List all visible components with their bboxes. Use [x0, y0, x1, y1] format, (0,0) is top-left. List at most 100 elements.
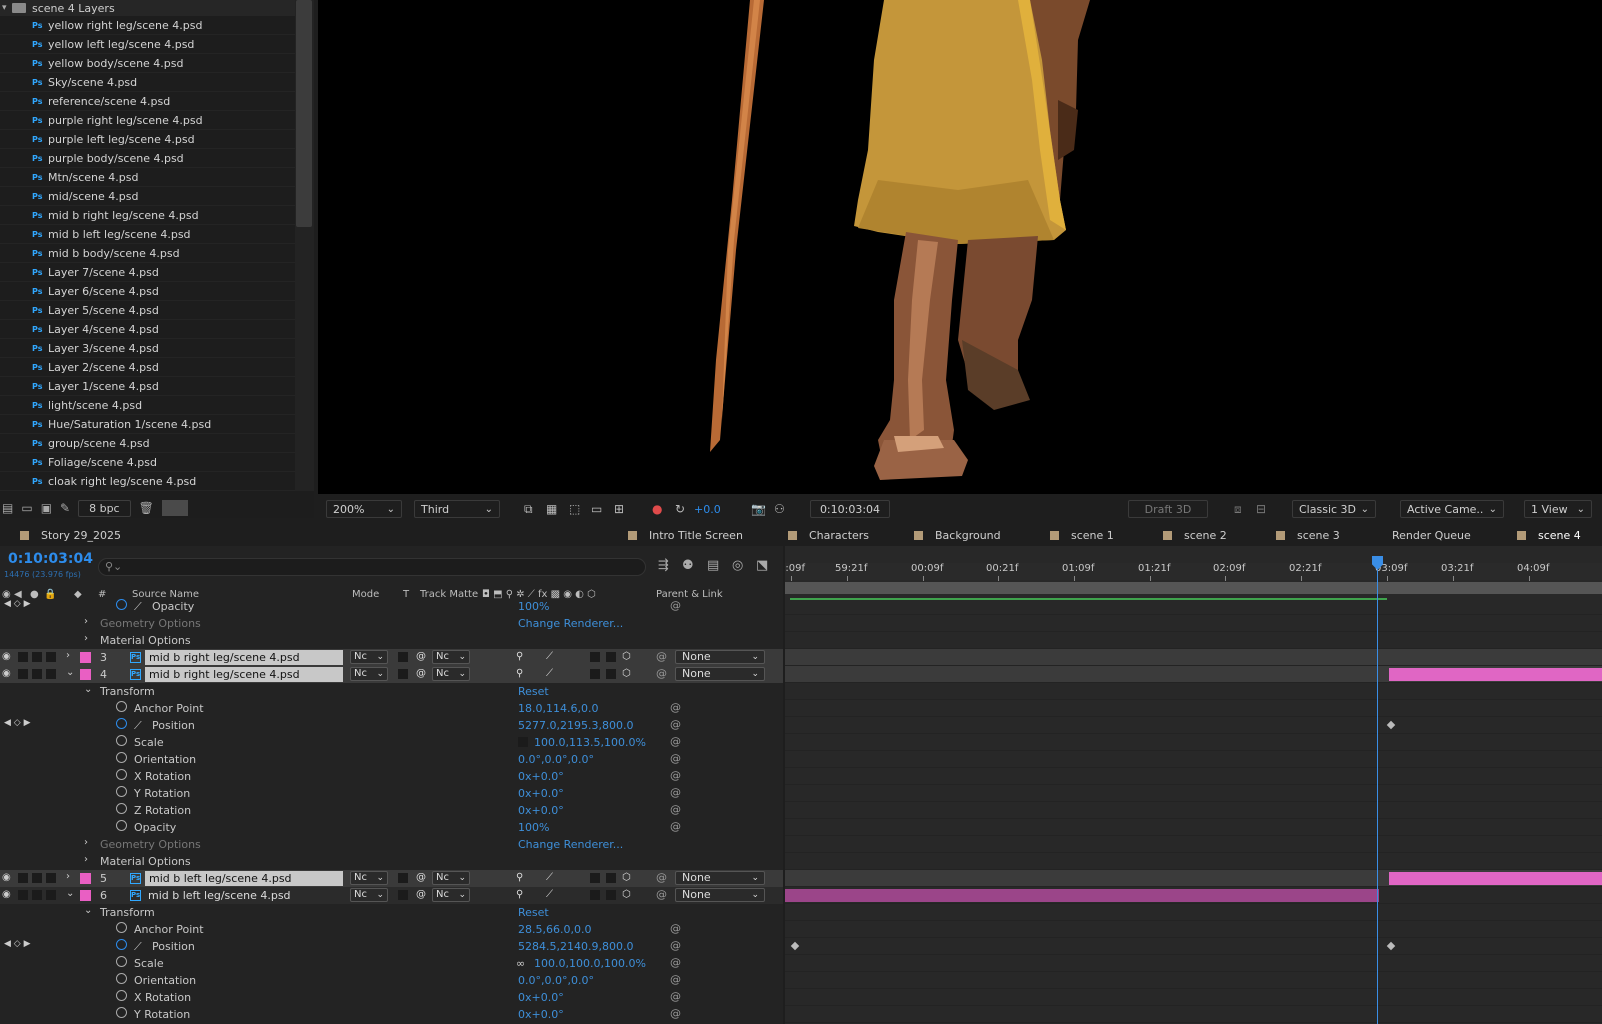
pickwhip-icon[interactable]: @ [670, 599, 681, 612]
project-item[interactable]: Ps group/scene 4.psd [0, 434, 295, 453]
stopwatch-icon[interactable] [116, 820, 127, 831]
preserve-transparency-toggle[interactable] [398, 669, 408, 679]
viewer-timecode[interactable]: 0:10:03:04 [810, 500, 890, 518]
property-value[interactable]: 0x+0.0° [518, 787, 564, 800]
3d-cube-icon[interactable]: ⬡ [622, 872, 631, 883]
label-color[interactable] [80, 669, 91, 680]
property-value[interactable]: 100% [518, 821, 549, 834]
eye-icon[interactable]: ◉ [2, 651, 11, 662]
3d-cube-icon[interactable]: ⬡ [622, 651, 631, 662]
composition-viewer[interactable] [318, 0, 1602, 494]
bit-depth-button[interactable]: 8 bpc [78, 499, 131, 517]
resolution-dropdown[interactable]: Third ⌄ [414, 500, 500, 518]
reset-exposure-icon[interactable]: ↻ [675, 502, 685, 516]
property-row-orientation[interactable]: Orientation 0.0°,0.0°,0.0° @ [0, 751, 783, 768]
graph-icon[interactable]: ⟋ [134, 719, 142, 733]
quality-switch-icon[interactable]: ⟋ [546, 668, 553, 679]
extended-viewer-icon[interactable]: ⧈ [1234, 502, 1242, 517]
mode-dropdown[interactable]: Nc ⌄ [350, 667, 388, 681]
project-item[interactable]: Ps yellow right leg/scene 4.psd [0, 16, 295, 35]
property-value[interactable]: 0x+0.0° [518, 770, 564, 783]
property-value[interactable]: 100.0,100.0,100.0% [534, 957, 646, 970]
preserve-transparency-toggle[interactable] [398, 873, 408, 883]
pickwhip-icon[interactable]: @ [670, 922, 681, 935]
layer-name[interactable]: mid b left leg/scene 4.psd [148, 889, 291, 902]
layer-name[interactable]: mid b right leg/scene 4.psd [145, 667, 343, 682]
quality-switch-icon[interactable]: ⟋ [546, 651, 553, 662]
layer-row-5[interactable]: ◉ › 5 Ps mid b left leg/scene 4.psd Nc ⌄ … [0, 870, 783, 887]
eye-icon[interactable]: ◉ [2, 668, 11, 679]
stopwatch-icon[interactable] [116, 1007, 127, 1018]
project-item[interactable]: Ps yellow body/scene 4.psd [0, 54, 295, 73]
keyframe-navigator[interactable]: ◀ ◇ ▶ [4, 718, 31, 728]
property-value[interactable]: 18.0,114.6,0.0 [518, 702, 598, 715]
pickwhip-icon[interactable]: @ [670, 973, 681, 986]
grid-guides-icon[interactable]: ⊞ [614, 502, 624, 516]
tab-scene-3[interactable]: scene 3 [1276, 529, 1340, 542]
tab-intro-title-screen[interactable]: Intro Title Screen [628, 529, 743, 542]
track-matte-dropdown[interactable]: Nc ⌄ [432, 871, 470, 885]
property-row-anchor-point[interactable]: Anchor Point 28.5,66.0,0.0 @ [0, 921, 783, 938]
chevron-down-icon[interactable]: ⌄ [84, 684, 92, 695]
property-value[interactable]: 100.0,113.5,100.0% [534, 736, 646, 749]
pickwhip-icon[interactable]: @ [670, 990, 681, 1003]
property-value[interactable]: 0x+0.0° [518, 804, 564, 817]
project-folder[interactable]: ▾ scene 4 Layers [0, 0, 295, 16]
pickwhip-icon[interactable]: @ [670, 718, 681, 731]
stopwatch-icon[interactable] [116, 735, 127, 746]
timeline-graph-panel[interactable]: 0:09f 59:21f 00:09f 00:21f 01:09f 01:21f 02:09… [785, 546, 1602, 1024]
layer-row-6[interactable]: ◉ ⌄ 6 Ps mid b left leg/scene 4.psd Nc ⌄ … [0, 887, 783, 904]
property-value[interactable]: 0x+0.0° [518, 1008, 564, 1021]
mode-dropdown[interactable]: Nc ⌄ [350, 871, 388, 885]
solo-toggle[interactable] [32, 652, 42, 662]
reset-link[interactable]: Reset [518, 906, 549, 919]
zoom-dropdown[interactable]: 200% ⌄ [326, 500, 402, 518]
tab-characters[interactable]: Characters [788, 529, 869, 542]
layer-duration-bar[interactable] [1389, 668, 1602, 681]
layer-row-3[interactable]: ◉ › 3 Ps mid b right leg/scene 4.psd Nc ⌄… [0, 649, 783, 666]
property-value[interactable]: 100% [518, 600, 549, 613]
property-row-orientation[interactable]: Orientation 0.0°,0.0°,0.0° @ [0, 972, 783, 989]
shy-switch-icon[interactable]: ⚲ [516, 872, 523, 883]
graph-icon[interactable]: ⟋ [134, 940, 142, 954]
stopwatch-icon[interactable] [116, 769, 127, 780]
pickwhip-icon[interactable]: @ [670, 939, 681, 952]
composition-mini-flowchart-icon[interactable]: ⇶ [658, 558, 669, 573]
chevron-right-icon[interactable]: › [84, 633, 88, 644]
layer-duration-bar[interactable] [785, 889, 1379, 902]
link-icon[interactable]: ∞ [516, 957, 525, 970]
color-channels-icon[interactable]: ● [652, 502, 662, 516]
ground-plane-icon[interactable]: ⊟ [1256, 502, 1266, 516]
project-item[interactable]: Ps mid b left leg/scene 4.psd [0, 225, 295, 244]
timeline-search-input[interactable]: ⚲⌄ [98, 558, 646, 576]
chevron-right-icon[interactable]: › [84, 616, 88, 627]
flowchart-icon[interactable]: ✎ [60, 501, 70, 515]
project-item[interactable]: Ps Layer 2/scene 4.psd [0, 358, 295, 377]
trash-icon[interactable]: 🗑 [139, 501, 154, 515]
project-item[interactable]: Ps purple body/scene 4.psd [0, 149, 295, 168]
pickwhip-icon[interactable]: @ [670, 769, 681, 782]
property-value[interactable]: 0x+0.0° [518, 991, 564, 1004]
property-row-opacity[interactable]: Opacity 100% @ [0, 819, 783, 836]
project-item[interactable]: Ps reference/scene 4.psd [0, 92, 295, 111]
frame-blending-icon[interactable]: ▤ [707, 558, 719, 573]
audio-toggle[interactable] [18, 669, 28, 679]
audio-toggle[interactable] [18, 890, 28, 900]
adjustment-layer-switch[interactable] [590, 669, 600, 679]
tab-scene-2[interactable]: scene 2 [1163, 529, 1227, 542]
3d-layer-switch[interactable] [606, 652, 616, 662]
adjustment-layer-switch[interactable] [590, 890, 600, 900]
pickwhip-icon[interactable]: @ [670, 735, 681, 748]
parent-pickwhip-icon[interactable]: @ [656, 888, 667, 901]
project-item[interactable]: Ps Layer 7/scene 4.psd [0, 263, 295, 282]
project-item[interactable]: Ps Layer 1/scene 4.psd [0, 377, 295, 396]
project-item[interactable]: Ps Layer 3/scene 4.psd [0, 339, 295, 358]
stopwatch-icon[interactable] [116, 956, 127, 967]
preserve-transparency-toggle[interactable] [398, 652, 408, 662]
stopwatch-icon[interactable] [116, 718, 127, 729]
property-row-anchor-point[interactable]: Anchor Point 18.0,114.6,0.0 @ [0, 700, 783, 717]
reset-link[interactable]: Reset [518, 685, 549, 698]
property-row-position[interactable]: ◀ ◇ ▶ ⟋ Position 5277.0,2195.3,800.0 @ [0, 717, 783, 734]
audio-toggle[interactable] [18, 873, 28, 883]
exposure-value[interactable]: +0.0 [694, 503, 721, 516]
